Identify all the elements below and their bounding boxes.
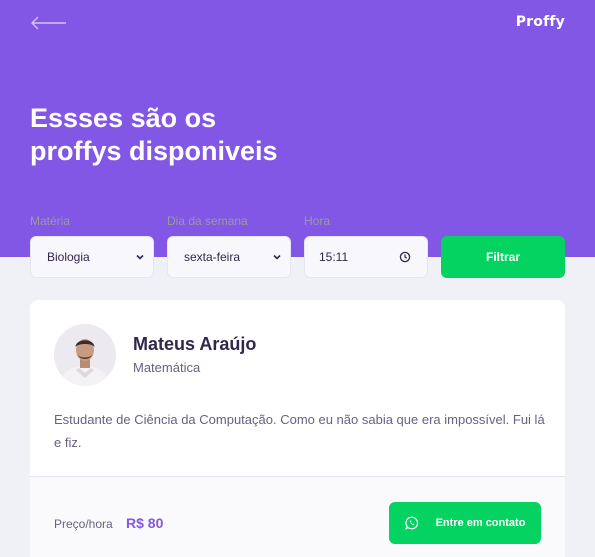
- subject-select[interactable]: Biologia: [30, 236, 154, 278]
- time-input-value: 15:11: [319, 250, 349, 264]
- subject-label: Matéria: [30, 214, 71, 228]
- time-label: Hora: [304, 214, 331, 228]
- contact-button-label: Entre em contato: [435, 517, 526, 529]
- subject-select-value: Biologia: [47, 250, 90, 264]
- avatar-image: [54, 324, 116, 386]
- teacher-subject: Matemática: [133, 360, 201, 375]
- chevron-down-icon: [136, 254, 144, 260]
- page-header: Proffy Essses são os proffys disponiveis: [0, 0, 595, 257]
- weekday-select-value: sexta-feira: [184, 250, 241, 264]
- weekday-label: Dia da semana: [167, 214, 248, 228]
- page-title-line-2: proffys disponiveis: [30, 136, 278, 166]
- price-label: Preço/hora: [54, 517, 113, 531]
- weekday-select[interactable]: sexta-feira: [167, 236, 291, 278]
- page-title: Essses são os proffys disponiveis: [30, 102, 390, 168]
- teacher-name: Mateus Araújo: [133, 334, 257, 354]
- filter-button[interactable]: Filtrar: [441, 236, 565, 278]
- card-footer: Preço/hora R$ 80 Entre em contato: [30, 476, 565, 557]
- page-title-line-1: Essses são os: [30, 103, 217, 133]
- teacher-bio: Estudante de Ciência da Computação. Como…: [54, 412, 545, 450]
- time-input[interactable]: 15:11: [304, 236, 428, 278]
- price-value: R$ 80: [126, 515, 164, 531]
- chevron-down-icon: [273, 254, 281, 260]
- arrow-left-icon[interactable]: [30, 14, 68, 32]
- whatsapp-icon: [404, 516, 418, 530]
- clock-icon[interactable]: [399, 251, 411, 263]
- teacher-card: Mateus Araújo Matemática Estudante de Ci…: [30, 300, 565, 557]
- logo: Proffy: [515, 14, 565, 30]
- contact-button[interactable]: Entre em contato: [389, 502, 541, 544]
- avatar: [54, 324, 116, 386]
